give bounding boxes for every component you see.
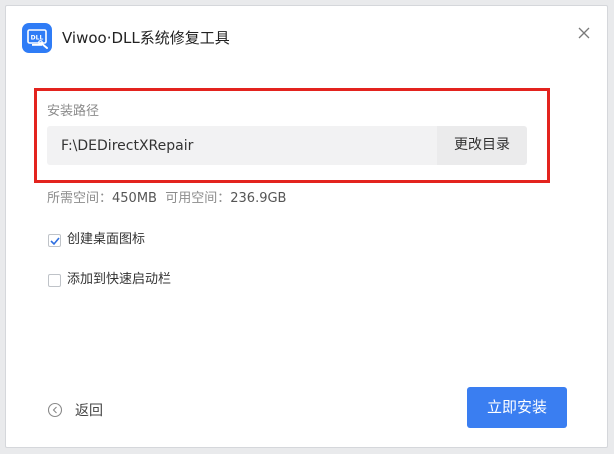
close-icon (578, 27, 590, 39)
close-button[interactable] (574, 23, 594, 43)
change-directory-button[interactable]: 更改目录 (437, 126, 527, 165)
desktop-icon-checkbox[interactable] (48, 233, 61, 247)
back-arrow-icon (47, 402, 63, 418)
back-button[interactable]: 返回 (47, 400, 103, 420)
checkmark-icon (50, 236, 60, 245)
install-path-input[interactable] (47, 126, 437, 165)
available-space-value: 236.9GB (230, 191, 287, 206)
window-title: Viwoo·DLL系统修复工具 (62, 29, 230, 47)
back-label: 返回 (75, 403, 103, 419)
install-path-label: 安装路径 (47, 104, 100, 119)
disk-space-info: 所需空间：450MB 可用空间：236.9GB (47, 190, 286, 208)
option-quick-launch[interactable]: 添加到快速启动栏 (48, 271, 171, 289)
option-desktop-icon[interactable]: 创建桌面图标 (48, 231, 145, 249)
app-logo-icon: DLL (22, 23, 52, 53)
install-now-button[interactable]: 立即安装 (467, 387, 567, 428)
desktop-icon-label: 创建桌面图标 (67, 232, 146, 247)
required-space-value: 450MB (112, 191, 157, 206)
installer-window: DLL Viwoo·DLL系统修复工具 安装路径 更改目录 所需空间：450MB… (5, 5, 608, 448)
quick-launch-label: 添加到快速启动栏 (67, 272, 172, 287)
quick-launch-checkbox[interactable] (48, 273, 61, 287)
required-space-label: 所需空间： (47, 191, 113, 206)
available-space-label: 可用空间： (165, 191, 231, 206)
